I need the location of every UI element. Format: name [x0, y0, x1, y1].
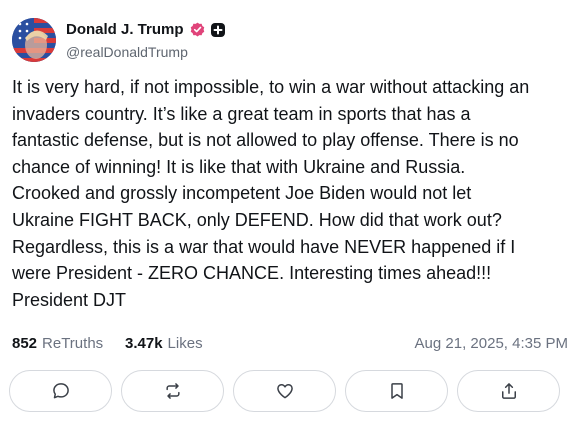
bookmark-button[interactable]	[345, 370, 448, 412]
likes-count: 3.47k	[125, 335, 163, 352]
post-stats: 852 ReTruths 3.47k Likes Aug 21, 2025, 4…	[12, 335, 568, 355]
post-actions-bar	[9, 370, 571, 414]
like-button[interactable]	[233, 370, 336, 412]
share-icon	[501, 383, 516, 399]
bookmark-icon	[390, 383, 403, 399]
plus-badge-icon	[210, 22, 225, 37]
retruths-count: 852	[12, 335, 38, 352]
reply-button[interactable]	[9, 370, 112, 412]
comment-icon	[52, 383, 69, 399]
flag-portrait-image	[12, 18, 56, 62]
retruths-stat[interactable]: 852 ReTruths	[12, 335, 103, 352]
retruths-label: ReTruths	[42, 335, 104, 352]
post-timestamp[interactable]: Aug 21, 2025, 4:35 PM	[415, 335, 568, 352]
display-name[interactable]: Donald J. Trump	[66, 21, 184, 38]
share-button[interactable]	[457, 370, 560, 412]
post-header: Donald J. Trump @realDonaldTrump	[12, 18, 572, 64]
likes-label: Likes	[167, 335, 203, 352]
likes-stat[interactable]: 3.47k Likes	[125, 335, 203, 352]
avatar[interactable]	[12, 18, 56, 62]
retruth-button[interactable]	[121, 370, 224, 412]
verified-badge-icon	[190, 22, 205, 37]
repost-icon	[165, 383, 180, 399]
user-handle[interactable]: @realDonaldTrump	[66, 44, 188, 60]
post-body-text: It is very hard, if not impossible, to w…	[12, 77, 530, 310]
heart-icon	[276, 384, 293, 399]
